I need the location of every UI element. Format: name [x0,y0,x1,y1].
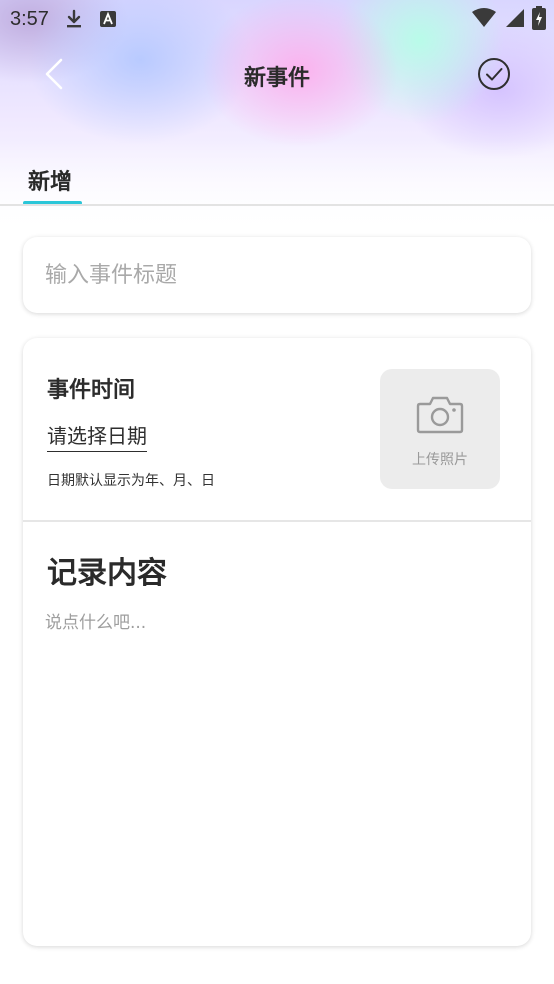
check-circle-icon [478,58,510,90]
section-divider [23,520,531,522]
download-icon [65,9,83,29]
tab-new[interactable]: 新增 [28,164,72,196]
camera-icon [416,396,464,434]
detail-card: 事件时间 请选择日期 日期默认显示为年、月、日 上传照片 记录内容 [23,338,531,946]
date-hint: 日期默认显示为年、月、日 [47,473,215,489]
keyboard-a-icon [99,10,117,28]
wifi-icon [472,8,496,32]
title-card [23,237,531,313]
date-picker[interactable]: 请选择日期 [47,420,147,452]
cell-signal-icon [504,8,524,32]
content-textarea[interactable] [45,608,505,908]
status-right-icons [472,6,546,34]
status-bar: 3:57 [0,0,554,38]
page-title: 新事件 [243,66,310,91]
upload-photo-label: 上传照片 [412,452,468,468]
event-title-input[interactable] [45,255,505,295]
status-time: 3:57 [10,7,49,30]
event-time-label: 事件时间 [47,378,136,403]
battery-charging-icon [532,6,546,34]
tab-divider [0,204,554,206]
top-bar: 新事件 [0,48,554,100]
upload-photo-button[interactable]: 上传照片 [380,369,500,489]
tab-bar: 新增 [0,160,554,206]
confirm-button[interactable] [476,56,512,92]
content-label: 记录内容 [47,556,167,591]
